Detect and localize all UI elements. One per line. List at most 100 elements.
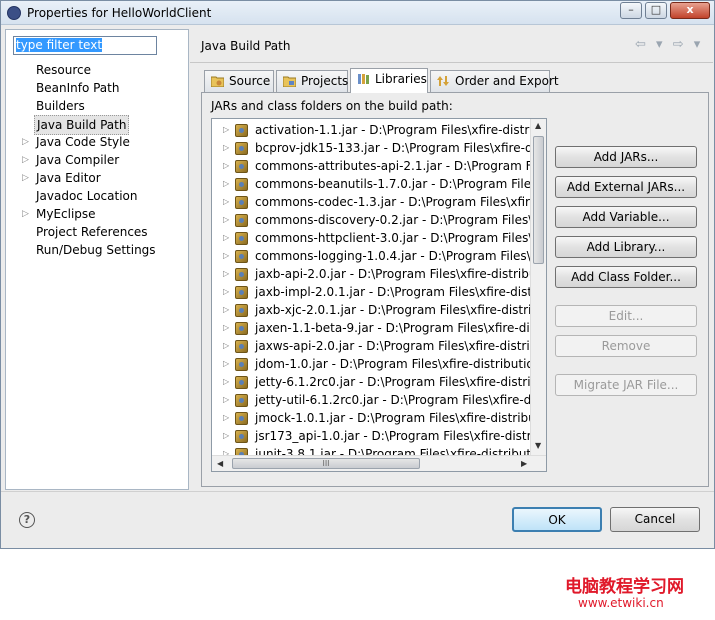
list-item[interactable]: ▷ jaxen-1.1-beta-9.jar - D:\Program Files… xyxy=(212,319,532,337)
list-item[interactable]: ▷ jaxb-api-2.0.jar - D:\Program Files\xfi… xyxy=(212,265,532,283)
expand-arrow-icon[interactable]: ▷ xyxy=(223,157,229,175)
list-item[interactable]: ▷ jetty-util-6.1.2rc0.jar - D:\Program Fi… xyxy=(212,391,532,409)
sidebar-item-label: Run/Debug Settings xyxy=(36,243,156,257)
help-icon[interactable]: ? xyxy=(19,512,35,528)
expand-arrow-icon[interactable]: ▷ xyxy=(223,301,229,319)
horizontal-scroll-thumb[interactable]: III xyxy=(232,458,420,469)
expand-arrow-icon[interactable]: ▷ xyxy=(223,247,229,265)
scroll-down-arrow-icon[interactable]: ▼ xyxy=(535,441,541,450)
jar-list[interactable]: ▷ activation-1.1.jar - D:\Program Files\x… xyxy=(211,118,547,472)
jar-icon xyxy=(235,142,248,155)
remove-button[interactable]: Remove xyxy=(555,335,697,357)
jar-label: commons-discovery-0.2.jar - D:\Program F… xyxy=(255,213,532,227)
minimize-button[interactable]: – xyxy=(620,2,642,19)
expand-arrow-icon[interactable]: ▷ xyxy=(22,169,29,187)
sidebar-item-label: MyEclipse xyxy=(36,207,96,221)
ok-button[interactable]: OK xyxy=(512,507,602,532)
sidebar-item-label: Java Code Style xyxy=(36,135,130,149)
jar-icon xyxy=(235,286,248,299)
filter-text: type filter text xyxy=(16,38,103,52)
scroll-left-arrow-icon[interactable]: ◀ xyxy=(217,459,223,468)
list-item[interactable]: ▷ jaxb-xjc-2.0.1.jar - D:\Program Files\x… xyxy=(212,301,532,319)
expand-arrow-icon[interactable]: ▷ xyxy=(223,373,229,391)
dialog-footer: ? OK Cancel xyxy=(1,491,714,548)
title-divider xyxy=(190,62,713,63)
list-item[interactable]: ▷ commons-beanutils-1.7.0.jar - D:\Progra… xyxy=(212,175,532,193)
tab-libraries[interactable]: Libraries xyxy=(350,68,428,93)
jar-icon xyxy=(235,160,248,173)
forward-arrow-icon[interactable]: ⇨ ▾ xyxy=(673,37,704,52)
expand-arrow-icon[interactable]: ▷ xyxy=(223,265,229,283)
list-item[interactable]: ▷ jdom-1.0.jar - D:\Program Files\xfire-d… xyxy=(212,355,532,373)
jar-icon xyxy=(235,250,248,263)
vertical-scrollbar[interactable]: ▲ ▼ xyxy=(530,119,546,456)
maximize-button[interactable]: □ xyxy=(645,2,667,19)
expand-arrow-icon[interactable]: ▷ xyxy=(223,175,229,193)
expand-arrow-icon[interactable]: ▷ xyxy=(22,133,29,151)
close-button[interactable]: x xyxy=(670,2,710,19)
cancel-button[interactable]: Cancel xyxy=(610,507,700,532)
list-item[interactable]: ▷ jaxb-impl-2.0.1.jar - D:\Program Files\… xyxy=(212,283,532,301)
expand-arrow-icon[interactable]: ▷ xyxy=(223,355,229,373)
expand-arrow-icon[interactable]: ▷ xyxy=(223,229,229,247)
list-item[interactable]: ▷ commons-codec-1.3.jar - D:\Program File… xyxy=(212,193,532,211)
list-item[interactable]: ▷ jsr173_api-1.0.jar - D:\Program Files\x… xyxy=(212,427,532,445)
sidebar-item-label: Resource xyxy=(36,63,92,77)
list-item[interactable]: ▷ jmock-1.0.1.jar - D:\Program Files\xfir… xyxy=(212,409,532,427)
jar-icon xyxy=(235,322,248,335)
list-item[interactable]: ▷ bcprov-jdk15-133.jar - D:\Program Files… xyxy=(212,139,532,157)
edit-button[interactable]: Edit... xyxy=(555,305,697,327)
expand-arrow-icon[interactable]: ▷ xyxy=(223,337,229,355)
vertical-scroll-thumb[interactable] xyxy=(533,136,544,264)
tab-order-and-export[interactable]: Order and Export xyxy=(430,70,559,92)
back-arrow-icon[interactable]: ⇦ ▾ xyxy=(635,37,666,52)
expand-arrow-icon[interactable]: ▷ xyxy=(223,427,229,445)
jar-label: jaxb-xjc-2.0.1.jar - D:\Program Files\xf… xyxy=(255,303,532,317)
tab-label: Libraries xyxy=(375,72,427,86)
expand-arrow-icon[interactable]: ▷ xyxy=(22,151,29,169)
tab-label: Projects xyxy=(301,74,349,88)
list-item[interactable]: ▷ commons-logging-1.0.4.jar - D:\Program … xyxy=(212,247,532,265)
scroll-up-arrow-icon[interactable]: ▲ xyxy=(535,121,541,130)
add-class-folder-button[interactable]: Add Class Folder... xyxy=(555,266,697,288)
expand-arrow-icon[interactable]: ▷ xyxy=(223,283,229,301)
expand-arrow-icon[interactable]: ▷ xyxy=(223,211,229,229)
horizontal-scrollbar[interactable]: ◀ III ▶ xyxy=(212,455,546,471)
sidebar-item-label: Builders xyxy=(36,99,85,113)
expand-arrow-icon[interactable]: ▷ xyxy=(223,409,229,427)
expand-arrow-icon[interactable]: ▷ xyxy=(223,139,229,157)
expand-arrow-icon[interactable]: ▷ xyxy=(223,121,229,139)
jar-label: jaxb-impl-2.0.1.jar - D:\Program Files\x… xyxy=(255,285,532,299)
add-jars-button[interactable]: Add JARs... xyxy=(555,146,697,168)
jar-label: jaxws-api-2.0.jar - D:\Program Files\xfi… xyxy=(255,339,532,353)
jar-icon xyxy=(235,412,248,425)
add-variable-button[interactable]: Add Variable... xyxy=(555,206,697,228)
expand-arrow-icon[interactable]: ▷ xyxy=(223,391,229,409)
sidebar-item-label: Java Editor xyxy=(36,171,101,185)
jar-icon xyxy=(235,214,248,227)
jar-label: activation-1.1.jar - D:\Program Files\xf… xyxy=(255,123,532,137)
add-library-button[interactable]: Add Library... xyxy=(555,236,697,258)
order-export-icon xyxy=(437,76,449,86)
add-external-jars-button[interactable]: Add External JARs... xyxy=(555,176,697,198)
list-item[interactable]: ▷ commons-attributes-api-2.1.jar - D:\Pro… xyxy=(212,157,532,175)
sidebar-item-label: Java Build Path xyxy=(34,115,130,135)
tab-source[interactable]: Source xyxy=(204,70,274,92)
expand-arrow-icon[interactable]: ▷ xyxy=(223,319,229,337)
list-item[interactable]: ▷ commons-discovery-0.2.jar - D:\Program … xyxy=(212,211,532,229)
jar-label: jmock-1.0.1.jar - D:\Program Files\xfire… xyxy=(255,411,532,425)
tab-projects[interactable]: Projects xyxy=(276,70,348,92)
list-item[interactable]: ▷ commons-httpclient-3.0.jar - D:\Program… xyxy=(212,229,532,247)
scroll-right-arrow-icon[interactable]: ▶ xyxy=(521,459,527,468)
expand-arrow-icon[interactable]: ▷ xyxy=(223,193,229,211)
jar-label: commons-attributes-api-2.1.jar - D:\Prog… xyxy=(255,159,532,173)
expand-arrow-icon[interactable]: ▷ xyxy=(22,205,29,223)
filter-input[interactable]: type filter text xyxy=(13,36,157,55)
sidebar: type filter text Resource BeanInfo Path Bu… xyxy=(5,29,189,490)
migrate-jar-file-button[interactable]: Migrate JAR File... xyxy=(555,374,697,396)
list-item[interactable]: ▷ jaxws-api-2.0.jar - D:\Program Files\xf… xyxy=(212,337,532,355)
list-item[interactable]: ▷ jetty-6.1.2rc0.jar - D:\Program Files\x… xyxy=(212,373,532,391)
jar-icon xyxy=(235,232,248,245)
list-item[interactable]: ▷ activation-1.1.jar - D:\Program Files\x… xyxy=(212,121,532,139)
jar-label: jetty-6.1.2rc0.jar - D:\Program Files\xf… xyxy=(255,375,532,389)
